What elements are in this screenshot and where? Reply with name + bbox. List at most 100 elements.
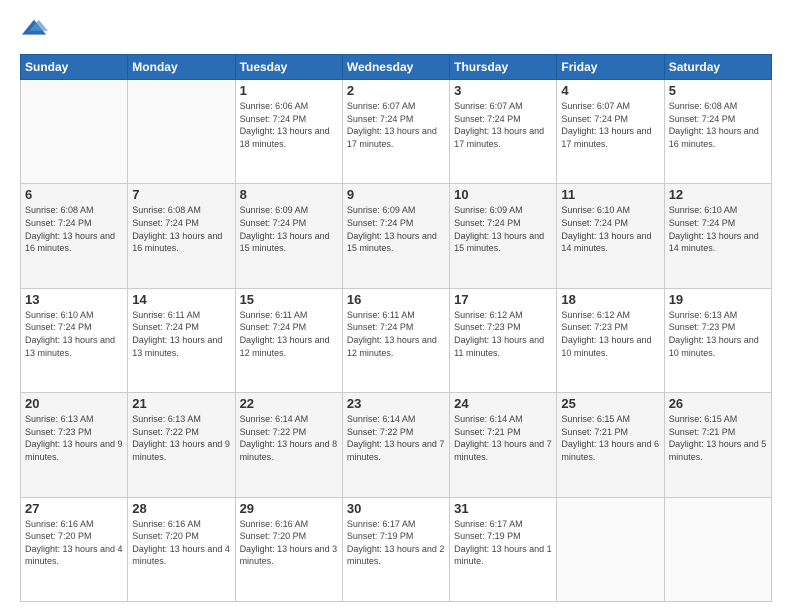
calendar-cell: 26 Sunrise: 6:15 AMSunset: 7:21 PMDayligh…: [664, 393, 771, 497]
day-number: 7: [132, 187, 230, 202]
calendar-cell: 19 Sunrise: 6:13 AMSunset: 7:23 PMDayligh…: [664, 288, 771, 392]
day-number: 17: [454, 292, 552, 307]
calendar-header-wednesday: Wednesday: [342, 55, 449, 80]
calendar-cell: 27Sunrise: 6:16 AMSunset: 7:20 PMDayligh…: [21, 497, 128, 601]
page: SundayMondayTuesdayWednesdayThursdayFrid…: [0, 0, 792, 612]
day-info: Sunrise: 6:06 AMSunset: 7:24 PMDaylight:…: [240, 100, 338, 150]
day-number: 10: [454, 187, 552, 202]
calendar-week-4: 20 Sunrise: 6:13 AMSunset: 7:23 PMDayligh…: [21, 393, 772, 497]
calendar-table: SundayMondayTuesdayWednesdayThursdayFrid…: [20, 54, 772, 602]
day-number: 13: [25, 292, 123, 307]
calendar-header-friday: Friday: [557, 55, 664, 80]
day-info: Sunrise: 6:11 AMSunset: 7:24 PMDaylight:…: [347, 309, 445, 359]
day-number: 23: [347, 396, 445, 411]
day-number: 9: [347, 187, 445, 202]
day-info: Sunrise: 6:08 AMSunset: 7:24 PMDaylight:…: [132, 204, 230, 254]
day-number: 19: [669, 292, 767, 307]
day-info: Sunrise: 6:09 AMSunset: 7:24 PMDaylight:…: [454, 204, 552, 254]
day-number: 18: [561, 292, 659, 307]
day-number: 3: [454, 83, 552, 98]
calendar-cell: 6 Sunrise: 6:08 AMSunset: 7:24 PMDaylight…: [21, 184, 128, 288]
calendar-cell: [128, 80, 235, 184]
calendar-header-row: SundayMondayTuesdayWednesdayThursdayFrid…: [21, 55, 772, 80]
day-info: Sunrise: 6:08 AMSunset: 7:24 PMDaylight:…: [669, 100, 767, 150]
calendar-cell: 9 Sunrise: 6:09 AMSunset: 7:24 PMDaylight…: [342, 184, 449, 288]
logo: [20, 16, 52, 44]
day-info: Sunrise: 6:14 AMSunset: 7:22 PMDaylight:…: [240, 413, 338, 463]
calendar-cell: 24 Sunrise: 6:14 AMSunset: 7:21 PMDayligh…: [450, 393, 557, 497]
day-info: Sunrise: 6:13 AMSunset: 7:23 PMDaylight:…: [669, 309, 767, 359]
day-info: Sunrise: 6:17 AMSunset: 7:19 PMDaylight:…: [347, 518, 445, 568]
day-info: Sunrise: 6:15 AMSunset: 7:21 PMDaylight:…: [561, 413, 659, 463]
calendar-week-2: 6 Sunrise: 6:08 AMSunset: 7:24 PMDaylight…: [21, 184, 772, 288]
calendar-cell: 28 Sunrise: 6:16 AMSunset: 7:20 PMDayligh…: [128, 497, 235, 601]
day-info: Sunrise: 6:10 AMSunset: 7:24 PMDaylight:…: [669, 204, 767, 254]
calendar-cell: 23 Sunrise: 6:14 AMSunset: 7:22 PMDayligh…: [342, 393, 449, 497]
day-number: 26: [669, 396, 767, 411]
day-number: 16: [347, 292, 445, 307]
day-info: Sunrise: 6:16 AMSunset: 7:20 PMDaylight:…: [240, 518, 338, 568]
day-info: Sunrise: 6:12 AMSunset: 7:23 PMDaylight:…: [454, 309, 552, 359]
day-number: 12: [669, 187, 767, 202]
calendar-cell: 8 Sunrise: 6:09 AMSunset: 7:24 PMDaylight…: [235, 184, 342, 288]
day-number: 30: [347, 501, 445, 516]
day-info: Sunrise: 6:11 AMSunset: 7:24 PMDaylight:…: [132, 309, 230, 359]
calendar-cell: 11Sunrise: 6:10 AMSunset: 7:24 PMDayligh…: [557, 184, 664, 288]
day-info: Sunrise: 6:10 AMSunset: 7:24 PMDaylight:…: [25, 309, 123, 359]
calendar-cell: [557, 497, 664, 601]
calendar-cell: 15 Sunrise: 6:11 AMSunset: 7:24 PMDayligh…: [235, 288, 342, 392]
day-info: Sunrise: 6:09 AMSunset: 7:24 PMDaylight:…: [347, 204, 445, 254]
calendar-cell: 1 Sunrise: 6:06 AMSunset: 7:24 PMDaylight…: [235, 80, 342, 184]
day-number: 25: [561, 396, 659, 411]
calendar-cell: 13 Sunrise: 6:10 AMSunset: 7:24 PMDayligh…: [21, 288, 128, 392]
day-number: 14: [132, 292, 230, 307]
calendar-header-tuesday: Tuesday: [235, 55, 342, 80]
day-info: Sunrise: 6:14 AMSunset: 7:22 PMDaylight:…: [347, 413, 445, 463]
calendar-week-5: 27 Sunrise: 6:16 AMSunset: 7:20 PMDayligh…: [21, 497, 772, 601]
day-number: 29: [240, 501, 338, 516]
day-info: Sunrise: 6:15 AMSunset: 7:21 PMDaylight:…: [669, 413, 767, 463]
calendar-cell: 18 Sunrise: 6:12 AMSunset: 7:23 PMDayligh…: [557, 288, 664, 392]
calendar-cell: 3 Sunrise: 6:07 AMSunset: 7:24 PMDaylight…: [450, 80, 557, 184]
day-number: 2: [347, 83, 445, 98]
day-number: 5: [669, 83, 767, 98]
calendar-cell: 29 Sunrise: 6:16 AMSunset: 7:20 PMDayligh…: [235, 497, 342, 601]
day-info: Sunrise: 6:07 AMSunset: 7:24 PMDaylight:…: [561, 100, 659, 150]
day-info: Sunrise: 6:14 AMSunset: 7:21 PMDaylight:…: [454, 413, 552, 463]
calendar-week-1: 1 Sunrise: 6:06 AMSunset: 7:24 PMDaylight…: [21, 80, 772, 184]
day-number: 8: [240, 187, 338, 202]
day-info: Sunrise: 6:13 AMSunset: 7:23 PMDaylight:…: [25, 413, 123, 463]
calendar-cell: 20 Sunrise: 6:13 AMSunset: 7:23 PMDayligh…: [21, 393, 128, 497]
calendar-cell: 14 Sunrise: 6:11 AMSunset: 7:24 PMDayligh…: [128, 288, 235, 392]
calendar-cell: 16 Sunrise: 6:11 AMSunset: 7:24 PMDayligh…: [342, 288, 449, 392]
calendar-cell: 31Sunrise: 6:17 AMSunset: 7:19 PMDayligh…: [450, 497, 557, 601]
calendar-cell: [21, 80, 128, 184]
calendar-cell: 7 Sunrise: 6:08 AMSunset: 7:24 PMDaylight…: [128, 184, 235, 288]
day-number: 1: [240, 83, 338, 98]
calendar-header-thursday: Thursday: [450, 55, 557, 80]
calendar-cell: 12 Sunrise: 6:10 AMSunset: 7:24 PMDayligh…: [664, 184, 771, 288]
day-number: 6: [25, 187, 123, 202]
calendar-week-3: 13 Sunrise: 6:10 AMSunset: 7:24 PMDayligh…: [21, 288, 772, 392]
logo-icon: [20, 16, 48, 44]
day-info: Sunrise: 6:09 AMSunset: 7:24 PMDaylight:…: [240, 204, 338, 254]
day-info: Sunrise: 6:12 AMSunset: 7:23 PMDaylight:…: [561, 309, 659, 359]
header: [20, 16, 772, 44]
day-info: Sunrise: 6:07 AMSunset: 7:24 PMDaylight:…: [454, 100, 552, 150]
day-info: Sunrise: 6:08 AMSunset: 7:24 PMDaylight:…: [25, 204, 123, 254]
day-number: 24: [454, 396, 552, 411]
calendar-cell: 5 Sunrise: 6:08 AMSunset: 7:24 PMDaylight…: [664, 80, 771, 184]
calendar-header-saturday: Saturday: [664, 55, 771, 80]
day-number: 27: [25, 501, 123, 516]
calendar-cell: 25 Sunrise: 6:15 AMSunset: 7:21 PMDayligh…: [557, 393, 664, 497]
calendar-cell: 2Sunrise: 6:07 AMSunset: 7:24 PMDaylight…: [342, 80, 449, 184]
day-info: Sunrise: 6:16 AMSunset: 7:20 PMDaylight:…: [132, 518, 230, 568]
day-number: 20: [25, 396, 123, 411]
day-number: 15: [240, 292, 338, 307]
day-number: 28: [132, 501, 230, 516]
calendar-cell: 4Sunrise: 6:07 AMSunset: 7:24 PMDaylight…: [557, 80, 664, 184]
calendar-header-sunday: Sunday: [21, 55, 128, 80]
calendar-header-monday: Monday: [128, 55, 235, 80]
day-info: Sunrise: 6:17 AMSunset: 7:19 PMDaylight:…: [454, 518, 552, 568]
day-info: Sunrise: 6:11 AMSunset: 7:24 PMDaylight:…: [240, 309, 338, 359]
